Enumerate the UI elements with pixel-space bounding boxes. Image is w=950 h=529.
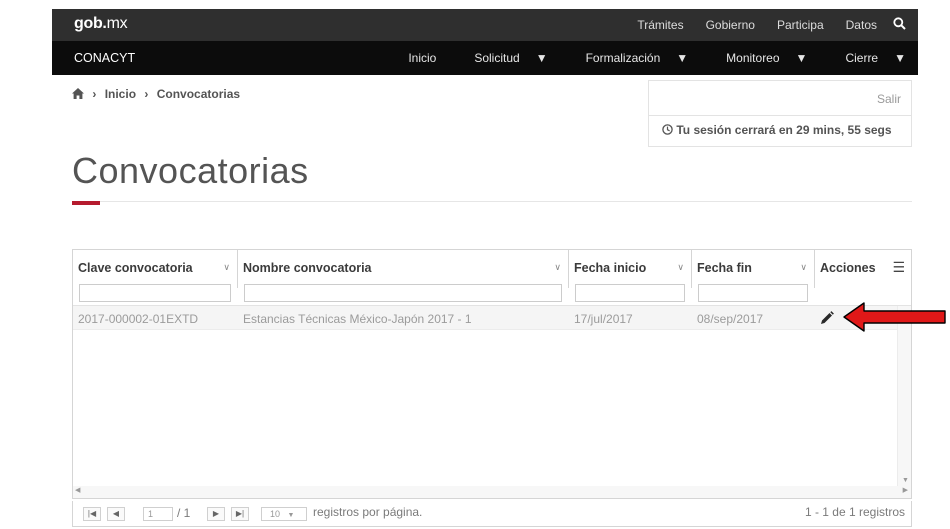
table-row[interactable]: 2017-000002-01EXTD Estancias Técnicas Mé… [73, 306, 897, 330]
breadcrumb: › Inicio › Convocatorias [72, 87, 240, 101]
dropdown-caret-icon: ▼ [287, 512, 295, 519]
cell-fecha-inicio: 17/jul/2017 [574, 312, 633, 326]
breadcrumb-item-inicio[interactable]: Inicio [105, 87, 136, 101]
first-page-icon[interactable]: |◀ [83, 507, 101, 521]
nav-link-participa[interactable]: Participa [777, 18, 824, 32]
section-navbar: CONACYT Inicio Solicitud ▼ Formalización ▼… [52, 41, 918, 75]
menu-cierre-label: Cierre [845, 51, 879, 65]
pencil-icon[interactable] [819, 310, 835, 326]
convocatorias-grid: Clave convocatoria ∨ Nombre convocatoria… [72, 249, 912, 499]
column-header-clave[interactable]: Clave convocatoria ∨ [73, 250, 238, 302]
scroll-down-icon[interactable]: ▼ [902, 477, 909, 484]
logout-link[interactable]: Salir [877, 92, 901, 106]
page-number-input[interactable]: 1 [143, 507, 173, 521]
search-icon[interactable] [893, 17, 906, 33]
column-header-label: Fecha fin [697, 261, 752, 275]
column-header-acciones: Acciones ☰ [815, 250, 911, 288]
brand-label[interactable]: CONACYT [74, 51, 135, 65]
gobmx-logo[interactable]: gob.mx [74, 15, 128, 33]
sort-chevron-icon[interactable]: ∨ [554, 262, 561, 273]
annotation-arrow-icon [843, 302, 946, 332]
title-accent-bar [72, 201, 100, 205]
scroll-left-icon[interactable]: ◀ [75, 486, 80, 494]
top-nav-links: Trámites Gobierno Participa Datos [615, 9, 918, 41]
session-timer: Tu sesión cerrará en 29 mins, 55 segs [662, 123, 892, 137]
column-header-fecha-inicio[interactable]: Fecha inicio ∨ [569, 250, 692, 302]
sort-chevron-icon[interactable]: ∨ [677, 262, 684, 273]
breadcrumb-separator: › [92, 87, 97, 101]
page-size-value: 10 [270, 509, 281, 519]
menu-inicio-label: Inicio [408, 51, 437, 65]
menu-monitoreo[interactable]: Monitoreo ▼ [710, 51, 813, 65]
cell-clave: 2017-000002-01EXTD [78, 312, 199, 326]
caret-down-icon: ▼ [676, 51, 689, 65]
clock-icon [662, 123, 676, 137]
cell-nombre: Estancias Técnicas México-Japón 2017 - 1 [243, 312, 472, 326]
column-header-label: Acciones [820, 261, 876, 275]
prev-page-icon[interactable]: ◀ [107, 507, 125, 521]
filter-input-fecha-inicio[interactable] [575, 284, 685, 302]
filter-input-fecha-fin[interactable] [698, 284, 808, 302]
home-icon[interactable] [72, 87, 87, 101]
nav-link-tramites[interactable]: Trámites [637, 18, 683, 32]
menu-monitoreo-label: Monitoreo [726, 51, 780, 65]
sort-chevron-icon[interactable]: ∨ [800, 262, 807, 273]
title-divider [100, 201, 912, 202]
session-panel: Salir Tu sesión cerrará en 29 mins, 55 s… [648, 80, 912, 147]
caret-down-icon: ▼ [894, 51, 906, 65]
top-navbar: gob.mx Trámites Gobierno Participa Datos [52, 9, 918, 41]
section-nav-links: Inicio Solicitud ▼ Formalización ▼ Monitor… [376, 41, 918, 75]
records-summary: 1 - 1 de 1 registros [804, 505, 905, 519]
per-page-label: registros por página. [313, 505, 423, 519]
caret-down-icon: ▼ [795, 51, 808, 65]
column-header-nombre[interactable]: Nombre convocatoria ∨ [238, 250, 569, 302]
scroll-right-icon[interactable]: ▶ [903, 486, 908, 494]
column-header-label: Fecha inicio [574, 261, 647, 275]
menu-cierre[interactable]: Cierre ▼ [829, 51, 912, 65]
nav-link-gobierno[interactable]: Gobierno [706, 18, 755, 32]
page-size-select[interactable]: 10 ▼ [261, 507, 307, 521]
column-menu-icon[interactable]: ☰ [892, 259, 905, 276]
column-header-fecha-fin[interactable]: Fecha fin ∨ [692, 250, 815, 302]
sort-chevron-icon[interactable]: ∨ [223, 262, 230, 273]
horizontal-scrollbar[interactable]: ◀ ▶ [73, 486, 911, 498]
caret-down-icon: ▼ [535, 51, 548, 65]
total-pages-label: / 1 [177, 506, 191, 520]
last-page-icon[interactable]: ▶| [231, 507, 249, 521]
next-page-icon[interactable]: ▶ [207, 507, 225, 521]
page-title: Convocatorias [72, 150, 309, 191]
logo-main: gob [74, 15, 103, 32]
filter-input-nombre[interactable] [244, 284, 562, 302]
logo-suffix: mx [106, 15, 128, 32]
session-timer-text: Tu sesión cerrará en 29 mins, 55 segs [676, 123, 892, 137]
menu-inicio[interactable]: Inicio [392, 51, 442, 65]
column-header-label: Clave convocatoria [78, 261, 193, 275]
column-header-label: Nombre convocatoria [243, 261, 372, 275]
breadcrumb-item-convocatorias: Convocatorias [156, 87, 241, 101]
filter-input-clave[interactable] [79, 284, 231, 302]
menu-formalizacion[interactable]: Formalización ▼ [570, 51, 695, 65]
menu-formalizacion-label: Formalización [585, 51, 661, 65]
nav-link-datos[interactable]: Datos [846, 18, 877, 32]
grid-pager: |◀ ◀ 1 / 1 ▶ ▶| 10 ▼ registros por págin… [72, 501, 912, 527]
session-divider [649, 115, 911, 116]
menu-solicitud[interactable]: Solicitud ▼ [458, 51, 553, 65]
cell-fecha-fin: 08/sep/2017 [697, 312, 764, 326]
breadcrumb-separator: › [144, 87, 149, 101]
menu-solicitud-label: Solicitud [474, 51, 520, 65]
